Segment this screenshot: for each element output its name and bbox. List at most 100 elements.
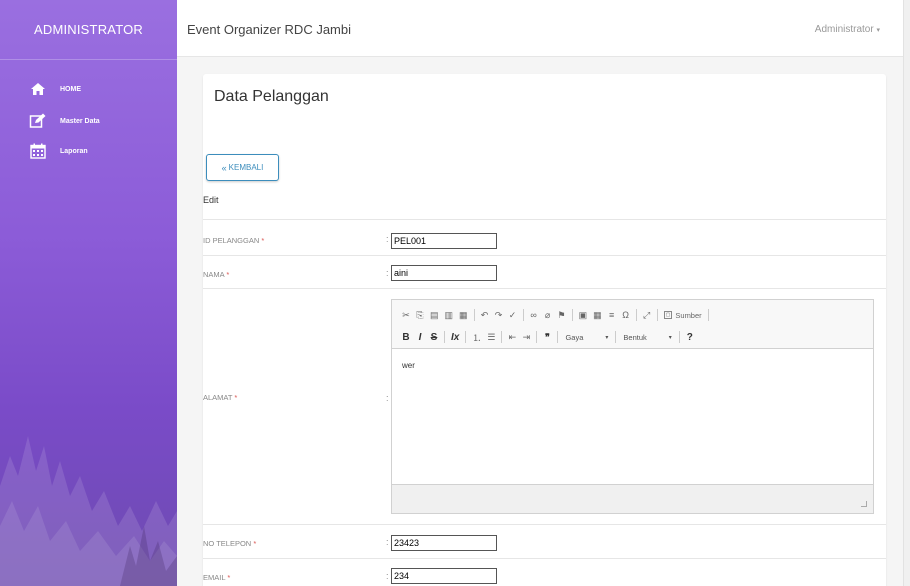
italic-icon[interactable]: I xyxy=(416,332,424,343)
paste-icon[interactable]: ▤ xyxy=(430,310,439,321)
toolbar-separator xyxy=(557,331,559,343)
resize-handle-icon[interactable] xyxy=(861,501,867,507)
image-icon[interactable]: ▣ xyxy=(579,310,588,321)
sidebar: ADMINISTRATOR HOME Master Data Laporan xyxy=(0,0,177,586)
field-label-text: ID PELANGGAN xyxy=(203,236,260,245)
toolbar-separator xyxy=(536,331,538,343)
field-label-text: ALAMAT xyxy=(203,393,233,402)
colon: : xyxy=(386,234,389,244)
help-icon[interactable]: ? xyxy=(686,332,694,343)
alamat-rich-editor[interactable]: ✂ ⎘ ▤ ▥ ▦ ↶ ↷ ✓ ∞ ⌀ ⚑ ▣ ▦ ≡ Ω ⤢ ▢ Sumber… xyxy=(391,299,874,514)
email-input[interactable] xyxy=(391,568,497,584)
toolbar-separator xyxy=(615,331,617,343)
table-icon[interactable]: ▦ xyxy=(593,310,602,321)
anchor-flag-icon[interactable]: ⚑ xyxy=(558,310,566,321)
numbered-list-icon[interactable]: ⒈ xyxy=(472,331,481,344)
cut-icon[interactable]: ✂ xyxy=(402,310,410,321)
paste-text-icon[interactable]: ▥ xyxy=(445,310,454,321)
toolbar-separator xyxy=(501,331,503,343)
copy-icon[interactable]: ⎘ xyxy=(416,310,424,321)
page-title: Data Pelanggan xyxy=(214,88,329,105)
calendar-icon xyxy=(28,141,48,161)
required-mark: * xyxy=(227,573,231,582)
field-label-text: NAMA xyxy=(203,270,225,279)
forest-background xyxy=(0,436,177,586)
form-row-email: EMAIL * : xyxy=(203,558,886,586)
field-label: ID PELANGGAN * xyxy=(203,236,264,245)
source-button-label: Sumber xyxy=(675,310,702,320)
toolbar-row-1: ✂ ⎘ ▤ ▥ ▦ ↶ ↷ ✓ ∞ ⌀ ⚑ ▣ ▦ ≡ Ω ⤢ ▢ Sumber xyxy=(399,306,866,324)
form-row-id: ID PELANGGAN * : xyxy=(203,219,886,255)
toolbar-separator xyxy=(522,309,524,321)
redo-icon[interactable]: ↷ xyxy=(495,310,503,321)
editor-statusbar xyxy=(392,484,873,513)
form-card: Data Pelanggan « KEMBALI Edit ID PELANGG… xyxy=(203,74,886,586)
back-button-label: KEMBALI xyxy=(228,163,264,172)
colon: : xyxy=(386,537,389,547)
source-button[interactable]: ▢ Sumber xyxy=(663,310,702,320)
bulleted-list-icon[interactable]: ☰ xyxy=(487,332,495,343)
blockquote-icon[interactable]: ❞ xyxy=(543,332,551,343)
sidebar-item-laporan[interactable]: Laporan xyxy=(28,140,88,162)
editor-content[interactable]: wer xyxy=(392,349,873,484)
special-char-icon[interactable]: Ω xyxy=(622,310,630,320)
field-label: ALAMAT * xyxy=(203,393,237,402)
format-dropdown[interactable]: Bentuk ▾ xyxy=(623,333,671,342)
sidebar-brand[interactable]: ADMINISTRATOR xyxy=(0,0,177,60)
top-navbar: Event Organizer RDC Jambi Administrator … xyxy=(177,0,910,57)
field-label: NO TELEPON * xyxy=(203,539,256,548)
main-content: Data Pelanggan « KEMBALI Edit ID PELANGG… xyxy=(177,57,903,586)
form-row-alamat: ALAMAT * : ✂ ⎘ ▤ ▥ ▦ ↶ ↷ ✓ ∞ ⌀ ⚑ ▣ ▦ ≡ Ω… xyxy=(203,288,886,524)
colon: : xyxy=(386,393,389,403)
double-chevron-left-icon: « xyxy=(221,162,227,173)
caret-down-icon: ▾ xyxy=(668,334,672,341)
format-dropdown-label: Bentuk xyxy=(623,332,647,342)
toolbar-separator xyxy=(571,309,573,321)
form-row-nama: NAMA * : xyxy=(203,255,886,288)
back-button[interactable]: « KEMBALI xyxy=(206,154,279,181)
field-label-text: EMAIL xyxy=(203,573,226,582)
strikethrough-icon[interactable]: S xyxy=(430,332,438,343)
outdent-icon[interactable]: ⇤ xyxy=(508,332,517,343)
spellcheck-icon[interactable]: ✓ xyxy=(509,310,517,321)
required-mark: * xyxy=(253,539,257,548)
maximize-icon[interactable]: ⤢ xyxy=(643,310,651,321)
unlink-icon[interactable]: ⌀ xyxy=(544,310,552,321)
toolbar-separator xyxy=(635,309,637,321)
app-title[interactable]: Event Organizer RDC Jambi xyxy=(187,22,351,37)
sidebar-item-home[interactable]: HOME xyxy=(28,78,81,100)
toolbar-row-2: B I S Ix ⒈ ☰ ⇤ ⇥ ❞ Gaya ▾ Bentuk ▾ ? xyxy=(399,328,866,346)
form-row-telepon: NO TELEPON * : xyxy=(203,524,886,558)
edit-icon xyxy=(28,111,48,131)
source-icon: ▢ xyxy=(663,311,673,319)
toolbar-separator xyxy=(707,309,709,321)
toolbar-separator xyxy=(678,331,680,343)
required-mark: * xyxy=(226,270,230,279)
caret-down-icon: ▾ xyxy=(876,27,880,34)
link-icon[interactable]: ∞ xyxy=(530,310,538,320)
style-dropdown[interactable]: Gaya ▾ xyxy=(565,333,608,342)
toolbar-separator xyxy=(656,309,658,321)
remove-format-icon[interactable]: Ix xyxy=(451,332,459,343)
toolbar-separator xyxy=(465,331,467,343)
editor-toolbar: ✂ ⎘ ▤ ▥ ▦ ↶ ↷ ✓ ∞ ⌀ ⚑ ▣ ▦ ≡ Ω ⤢ ▢ Sumber… xyxy=(392,300,873,349)
home-icon xyxy=(28,79,48,99)
bold-icon[interactable]: B xyxy=(402,332,410,343)
toolbar-separator xyxy=(444,331,445,343)
nama-input[interactable] xyxy=(391,265,497,281)
indent-icon[interactable]: ⇥ xyxy=(522,332,531,343)
required-mark: * xyxy=(234,393,238,402)
sidebar-item-master-data[interactable]: Master Data xyxy=(28,110,100,132)
scrollbar[interactable] xyxy=(903,0,910,586)
id-pelanggan-input[interactable] xyxy=(391,233,497,249)
paste-word-icon[interactable]: ▦ xyxy=(459,310,468,321)
sidebar-item-label: HOME xyxy=(60,85,81,93)
no-telepon-input[interactable] xyxy=(391,535,497,551)
field-label: NAMA * xyxy=(203,270,229,279)
undo-icon[interactable]: ↶ xyxy=(481,310,489,321)
field-label-text: NO TELEPON xyxy=(203,539,252,548)
user-menu[interactable]: Administrator ▾ xyxy=(815,24,880,35)
horizontal-line-icon[interactable]: ≡ xyxy=(608,310,616,320)
colon: : xyxy=(386,268,389,278)
section-label: Edit xyxy=(203,195,219,205)
